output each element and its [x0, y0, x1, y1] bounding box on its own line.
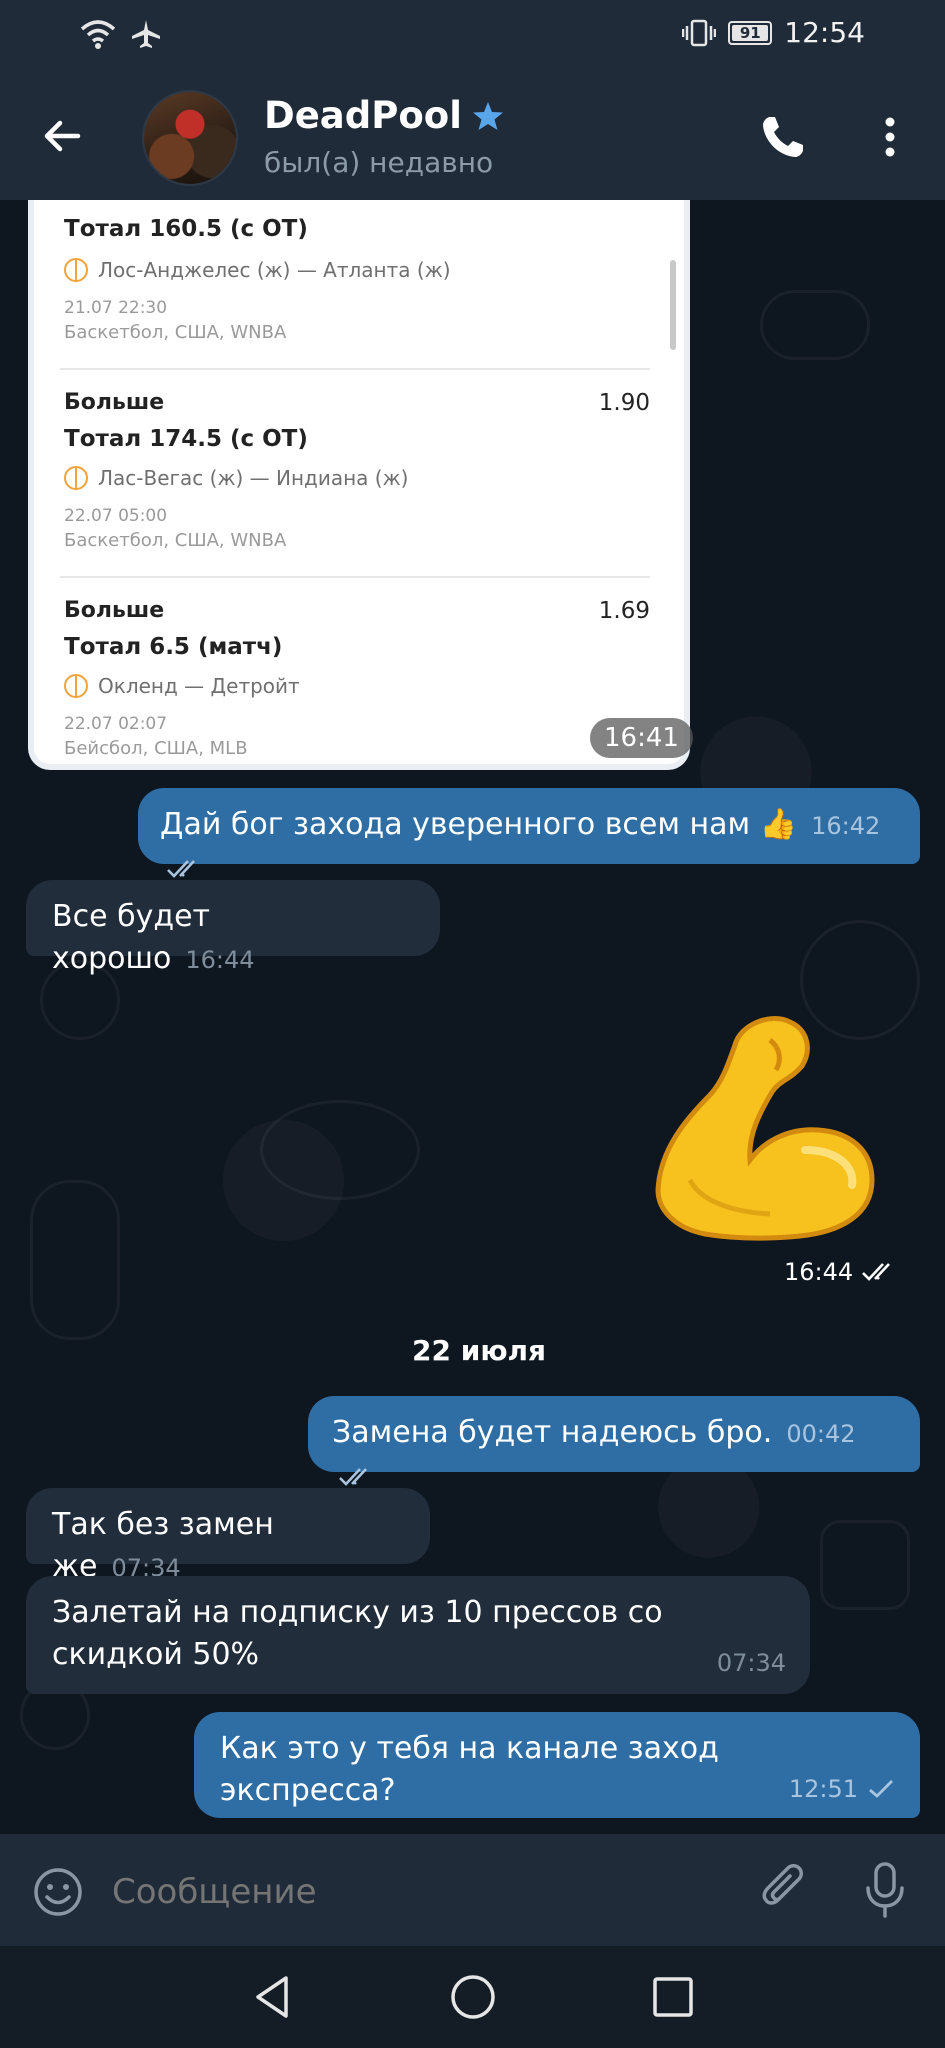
incoming-message[interactable]: Залетай на подписку из 10 прессов со ски…: [26, 1576, 810, 1694]
double-check-icon: [167, 859, 195, 878]
emoji-icon[interactable]: [32, 1866, 84, 1918]
wifi-icon: [80, 20, 116, 49]
baseball-icon: [64, 674, 88, 698]
chat-header: DeadPool был(а) недавно: [0, 72, 945, 200]
vibrate-icon: [682, 19, 717, 46]
system-navigation-bar: [0, 1946, 945, 2048]
message-time: 16:44: [784, 1258, 854, 1286]
bet-league: Баскетбол, США, WNBA: [64, 322, 287, 343]
bet-total: Тотал 174.5 (с ОТ): [64, 426, 308, 452]
battery-level: 91: [739, 23, 761, 42]
date-separator: 22 июля: [398, 1330, 561, 1371]
bet-label: Больше: [64, 598, 165, 623]
sticker-timestamp: 16:44: [784, 1258, 901, 1286]
bet-match: Лос-Анджелес (ж) — Атланта (ж): [64, 258, 451, 282]
bet-date: 22.07 02:07: [64, 714, 168, 734]
message-input[interactable]: [112, 1864, 732, 1920]
bet-league: Бейсбол, США, MLB: [64, 738, 248, 759]
message-time: 16:44: [185, 946, 255, 974]
status-time: 12:54: [784, 16, 865, 49]
nav-back-icon[interactable]: [248, 1972, 298, 2022]
double-check-icon: [339, 1467, 367, 1486]
image-timestamp: 16:41: [590, 718, 693, 758]
status-bar: 91 12:54: [0, 0, 945, 72]
bet-slip-image[interactable]: Тотал 160.5 (с ОТ) Лос-Анджелес (ж) — Ат…: [28, 200, 690, 770]
bet-date: 21.07 22:30: [64, 298, 168, 318]
contact-avatar[interactable]: [142, 90, 238, 186]
bet-match: Лас-Вегас (ж) — Индиана (ж): [64, 466, 408, 490]
incoming-message[interactable]: Все будет хорошо 16:44: [26, 880, 440, 976]
contact-status: был(а) недавно: [264, 146, 494, 179]
message-text: Дай бог захода уверенного всем нам 👍: [160, 807, 798, 842]
incoming-message[interactable]: Так без замен же 07:34: [26, 1488, 430, 1584]
outgoing-message[interactable]: Дай бог захода уверенного всем нам 👍 16:4…: [138, 788, 920, 878]
more-vertical-icon[interactable]: [872, 112, 908, 162]
flexed-biceps-sticker[interactable]: [640, 1000, 890, 1250]
microphone-icon[interactable]: [862, 1860, 908, 1920]
message-time: 00:42: [786, 1420, 856, 1448]
message-text: Залетай на подписку из 10 прессов со ски…: [52, 1595, 663, 1672]
nav-recents-icon[interactable]: [648, 1972, 698, 2022]
double-check-icon: [862, 1263, 891, 1281]
basketball-icon: [64, 258, 88, 282]
outgoing-message[interactable]: Замена будет надеюсь бро. 00:42: [308, 1396, 920, 1486]
bet-date: 22.07 05:00: [64, 506, 168, 526]
message-input-bar: [0, 1834, 945, 1946]
bet-match: Окленд — Детройт: [64, 674, 300, 698]
phone-call-icon[interactable]: [758, 112, 808, 162]
bet-league: Баскетбол, США, WNBA: [64, 530, 287, 551]
basketball-icon: [64, 466, 88, 490]
back-arrow-icon[interactable]: [38, 112, 86, 160]
outgoing-message[interactable]: Как это у тебя на канале заход экспресса…: [194, 1712, 920, 1818]
message-time: 12:51: [788, 1775, 858, 1803]
paperclip-icon[interactable]: [758, 1862, 810, 1918]
airplane-icon: [132, 20, 160, 48]
star-icon: [472, 101, 503, 130]
bet-total: Тотал 160.5 (с ОТ): [64, 216, 308, 242]
bet-total: Тотал 6.5 (матч): [64, 634, 283, 660]
message-time: 07:34: [716, 1649, 786, 1677]
bet-odds: 1.90: [598, 390, 650, 416]
nav-home-icon[interactable]: [448, 1972, 498, 2022]
message-text: Замена будет надеюсь бро.: [332, 1415, 773, 1450]
bet-odds: 1.69: [598, 598, 650, 624]
image-scrollbar: [670, 260, 676, 350]
bet-label: Больше: [64, 390, 165, 415]
message-time: 16:42: [811, 812, 881, 840]
single-check-icon: [869, 1780, 893, 1798]
contact-name[interactable]: DeadPool: [264, 94, 504, 137]
contact-name-text: DeadPool: [264, 94, 462, 137]
battery-indicator: 91: [728, 20, 773, 45]
